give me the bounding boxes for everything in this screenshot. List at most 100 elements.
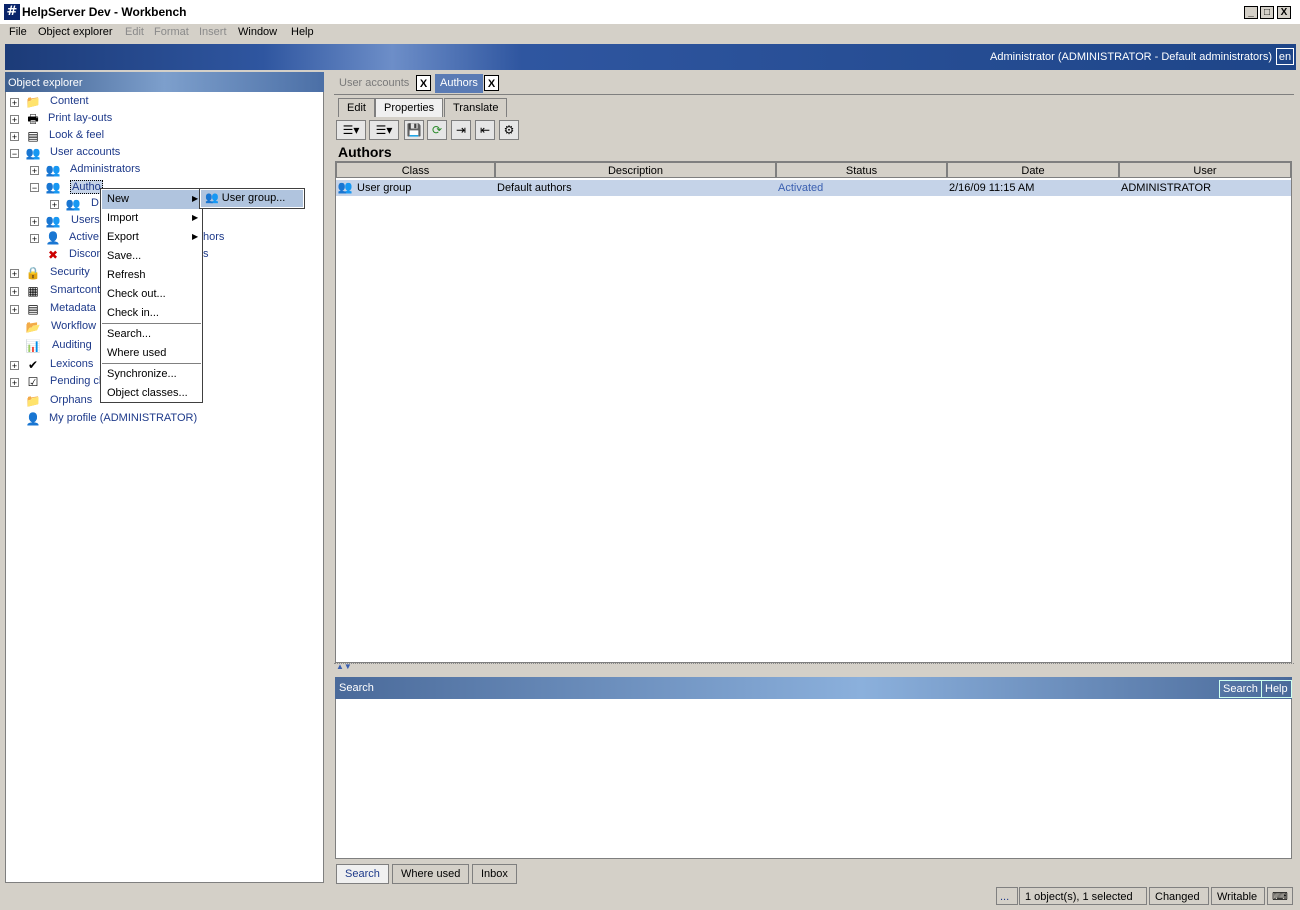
expand-icon[interactable]: + xyxy=(10,269,19,279)
orphans-icon: 📁 xyxy=(25,394,41,408)
tree-item-default-authors[interactable]: D xyxy=(91,197,99,209)
tab-user-accounts[interactable]: User accounts xyxy=(334,74,414,93)
refresh-icon[interactable]: ⟳ xyxy=(427,120,447,140)
menu-item-import[interactable]: Import xyxy=(102,209,201,228)
column-header-status[interactable]: Status xyxy=(776,162,947,178)
tab-where-used[interactable]: Where used xyxy=(392,864,470,884)
expand-icon[interactable]: + xyxy=(50,200,59,210)
menu-item-new[interactable]: New xyxy=(102,190,201,209)
workflow-icon: 📂 xyxy=(25,320,41,334)
minimize-button[interactable]: _ xyxy=(1244,6,1258,19)
tree-item-metadata[interactable]: Metadata xyxy=(50,302,96,314)
expand-icon[interactable]: + xyxy=(10,287,19,297)
close-tab-icon[interactable]: X xyxy=(416,75,431,91)
menu-file[interactable]: File xyxy=(9,26,27,38)
menu-item-save[interactable]: Save... xyxy=(102,247,201,266)
indent-dropdown-icon[interactable]: ☰▾ xyxy=(336,120,366,140)
column-header-class[interactable]: Class xyxy=(336,162,495,178)
tree-item-lexicons[interactable]: Lexicons xyxy=(50,358,93,370)
menu-item-object-classes[interactable]: Object classes... xyxy=(102,384,201,403)
collapse-icon[interactable]: − xyxy=(10,149,19,159)
close-button[interactable]: X xyxy=(1277,6,1291,19)
expand-icon[interactable]: + xyxy=(10,98,19,108)
tab-authors[interactable]: Authors xyxy=(435,74,483,93)
collapse-arrows-icon[interactable]: ▲▼ xyxy=(336,662,352,671)
tree-item-disconnected[interactable]: Discon xyxy=(69,248,103,260)
search-button[interactable]: Search xyxy=(1219,680,1262,698)
submenu-arrow-icon: ▶ xyxy=(192,232,199,241)
menu-item-refresh[interactable]: Refresh xyxy=(102,266,201,285)
tree-item-security[interactable]: Security xyxy=(50,266,90,278)
collapse-icon[interactable]: − xyxy=(30,183,39,193)
maximize-button[interactable]: □ xyxy=(1260,6,1274,19)
panel-splitter[interactable] xyxy=(324,72,332,883)
menu-insert[interactable]: Insert xyxy=(199,26,227,38)
tab-search[interactable]: Search xyxy=(336,864,389,884)
tree-item-active-suffix: hors xyxy=(203,231,225,243)
pane-divider[interactable] xyxy=(334,663,1294,674)
keyboard-icon[interactable]: ⌨ xyxy=(1267,887,1293,905)
menu-help[interactable]: Help xyxy=(291,26,314,38)
tab-inbox[interactable]: Inbox xyxy=(472,864,517,884)
column-header-date[interactable]: Date xyxy=(947,162,1119,178)
tree-item-look-feel[interactable]: Look & feel xyxy=(49,129,104,141)
menu-item-search[interactable]: Search... xyxy=(102,325,201,344)
properties-icon[interactable]: ⚙ xyxy=(499,120,519,140)
expand-icon[interactable]: + xyxy=(10,305,19,315)
users-icon: 👥 xyxy=(45,214,61,228)
outdent-dropdown-icon[interactable]: ☰▾ xyxy=(369,120,399,140)
search-header xyxy=(335,677,1292,699)
folder-icon: 📁 xyxy=(25,95,41,109)
menu-item-check-in[interactable]: Check in... xyxy=(102,304,201,323)
tree-item-workflow[interactable]: Workflow xyxy=(51,320,96,332)
menu-item-synchronize[interactable]: Synchronize... xyxy=(102,365,201,384)
tree-item-active[interactable]: Active xyxy=(69,231,99,243)
menu-item-where-used[interactable]: Where used xyxy=(102,344,201,363)
search-title: Search xyxy=(339,682,374,694)
current-user: Administrator (ADMINISTRATOR - Default a… xyxy=(990,51,1272,63)
tree-item-print-layouts[interactable]: Print lay-outs xyxy=(48,112,112,124)
subtab-translate[interactable]: Translate xyxy=(444,98,508,117)
submenu-item-label: User group... xyxy=(221,192,286,204)
expand-icon[interactable]: + xyxy=(10,132,19,142)
column-header-description[interactable]: Description xyxy=(495,162,776,178)
indent-icon[interactable]: ⇥ xyxy=(451,120,471,140)
menu-edit[interactable]: Edit xyxy=(125,26,144,38)
close-tab-icon[interactable]: X xyxy=(484,75,499,91)
tree-item-my-profile[interactable]: My profile (ADMINISTRATOR) xyxy=(49,412,197,424)
menu-object-explorer[interactable]: Object explorer xyxy=(38,26,113,38)
expand-icon[interactable]: + xyxy=(10,115,19,125)
submenu-arrow-icon: ▶ xyxy=(192,194,199,203)
submenu-item-user-group[interactable]: 👥 User group... xyxy=(201,190,303,207)
menu-item-export[interactable]: Export xyxy=(102,228,201,247)
tree-item-authors[interactable]: Autho xyxy=(70,180,103,194)
tree-item-users[interactable]: Users xyxy=(71,214,100,226)
expand-icon[interactable]: + xyxy=(30,217,39,227)
users-icon: 👥 xyxy=(25,146,41,160)
expand-icon[interactable]: + xyxy=(30,166,39,176)
outdent-icon[interactable]: ⇤ xyxy=(475,120,495,140)
language-button[interactable]: en xyxy=(1276,48,1294,65)
tree-item-pending[interactable]: Pending ch xyxy=(50,375,105,387)
tree-item-administrators[interactable]: Administrators xyxy=(70,163,140,175)
tree-item-user-accounts[interactable]: User accounts xyxy=(50,146,120,158)
menu-format[interactable]: Format xyxy=(154,26,189,38)
column-header-user[interactable]: User xyxy=(1119,162,1291,178)
expand-icon[interactable]: + xyxy=(30,234,39,244)
expand-icon[interactable]: + xyxy=(10,361,19,371)
help-button[interactable]: Help xyxy=(1261,680,1292,698)
save-icon[interactable]: 💾 xyxy=(404,120,424,140)
menu-window[interactable]: Window xyxy=(238,26,277,38)
smartcontent-icon: ▦ xyxy=(27,284,39,298)
tree-item-auditing[interactable]: Auditing xyxy=(52,339,92,351)
menu-item-check-out[interactable]: Check out... xyxy=(102,285,201,304)
tree-item-content[interactable]: Content xyxy=(50,95,89,107)
tree-item-smartcontent[interactable]: Smartcont xyxy=(50,284,100,296)
profile-icon: 👤 xyxy=(25,412,41,426)
users-icon: 👥 xyxy=(45,180,61,194)
subtab-edit[interactable]: Edit xyxy=(338,98,375,117)
expand-icon[interactable]: + xyxy=(10,378,19,388)
subtab-properties[interactable]: Properties xyxy=(375,98,444,117)
status-more-button[interactable]: ... xyxy=(996,887,1018,905)
tree-item-orphans[interactable]: Orphans xyxy=(50,394,92,406)
